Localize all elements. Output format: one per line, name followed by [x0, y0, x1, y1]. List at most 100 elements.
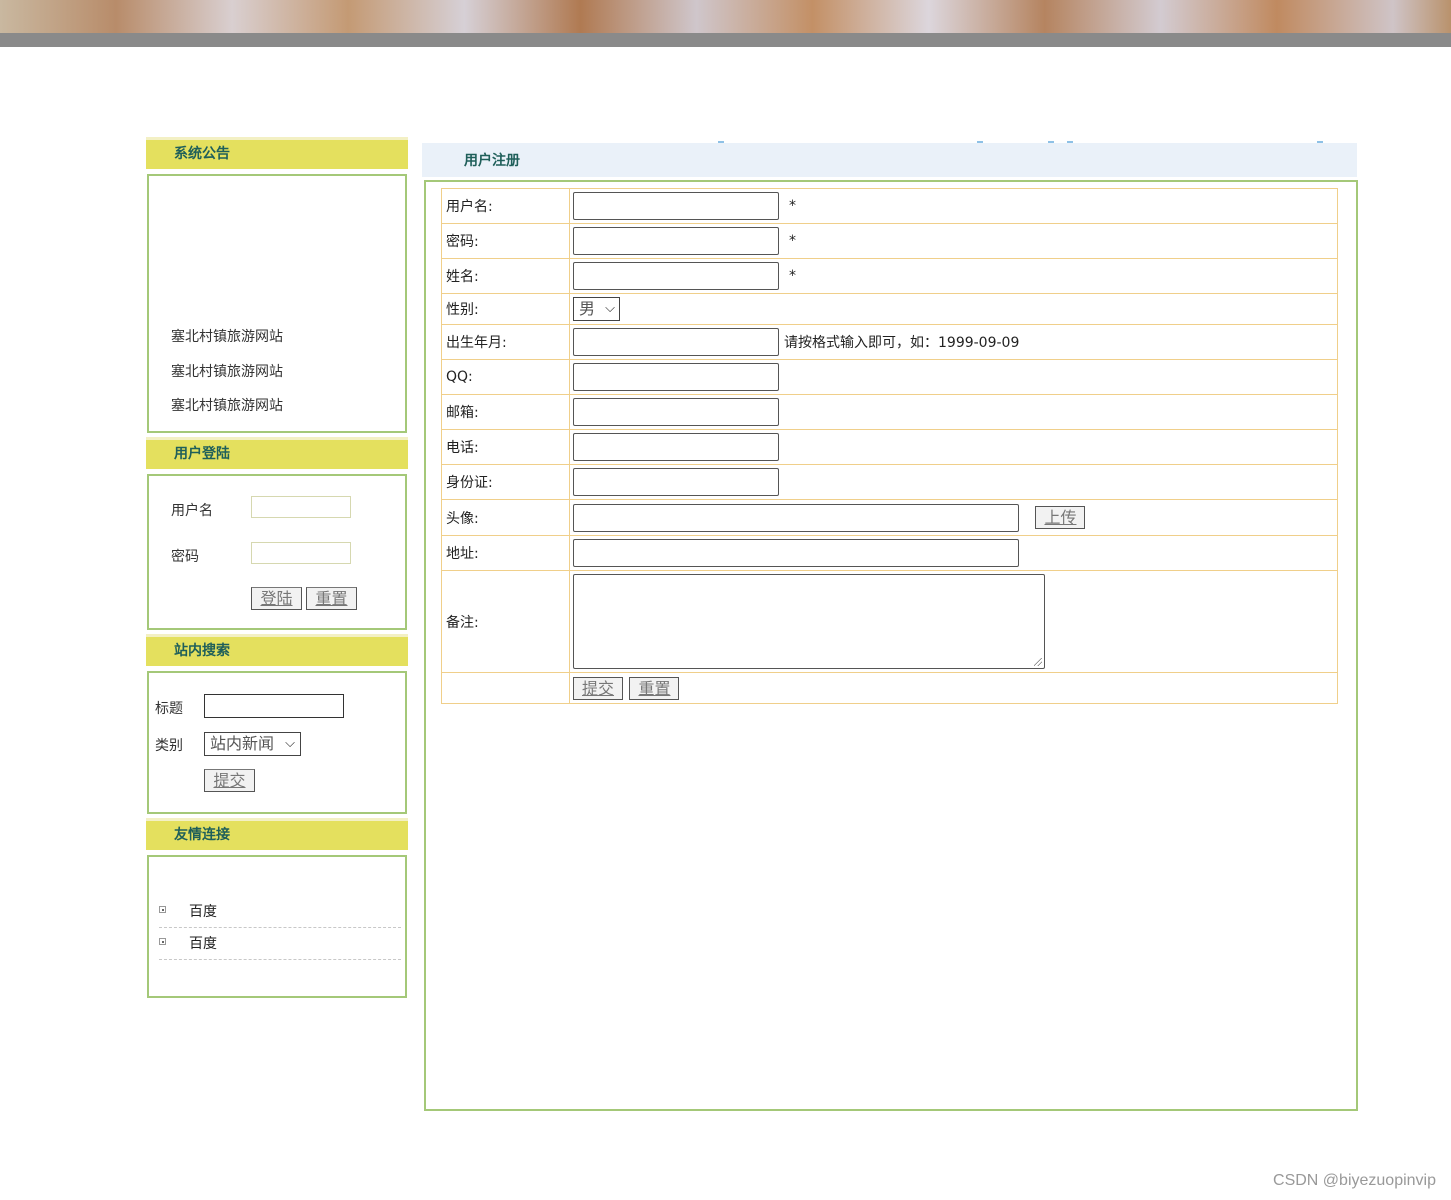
links-panel-title: 友情连接: [146, 818, 408, 850]
phone-input[interactable]: [573, 433, 779, 461]
empty-cell: [441, 672, 570, 704]
notice-panel-title: 系统公告: [146, 137, 408, 169]
birth-format-hint: 请按格式输入即可，如：1999-09-09: [784, 335, 1020, 351]
remark-cell: [569, 570, 1338, 673]
upload-button[interactable]: 上传: [1035, 506, 1086, 529]
friend-link[interactable]: 百度: [189, 901, 217, 921]
form-row-address: 地址:: [441, 535, 1338, 571]
form-row-qq: QQ:: [441, 359, 1338, 395]
login-panel: 用户名 密码 登陆 重置: [147, 474, 407, 630]
avatar-path-input[interactable]: [573, 503, 1019, 532]
search-category-select[interactable]: 站内新闻 ⌵: [204, 732, 301, 756]
header-decoration: [1317, 141, 1323, 143]
username-input[interactable]: [573, 192, 779, 220]
list-item[interactable]: 百度: [159, 929, 401, 960]
login-reset-button[interactable]: 重置: [306, 587, 357, 610]
login-username-label: 用户名: [171, 503, 213, 519]
birth-label: 出生年月:: [441, 324, 570, 360]
address-label: 地址:: [441, 535, 570, 571]
idcard-label: 身份证:: [441, 464, 570, 500]
register-reset-button[interactable]: 重置: [629, 676, 680, 700]
form-row-gender: 性别: 男 ⌵: [441, 293, 1338, 325]
register-submit-button[interactable]: 提交: [573, 676, 624, 700]
form-row-username: 用户名: *: [441, 188, 1338, 224]
idcard-input[interactable]: [573, 468, 779, 496]
login-button[interactable]: 登陆: [251, 587, 302, 610]
birth-input[interactable]: [573, 328, 779, 356]
name-cell: *: [569, 258, 1338, 294]
required-mark: *: [789, 233, 796, 249]
qq-input[interactable]: [573, 363, 779, 391]
links-panel: 百度 百度: [147, 855, 407, 998]
search-category-value: 站内新闻: [210, 734, 275, 753]
form-row-idcard: 身份证:: [441, 464, 1338, 500]
actions-cell: 提交 重置: [569, 672, 1338, 704]
friend-link[interactable]: 百度: [189, 933, 217, 953]
search-title-input[interactable]: [204, 694, 344, 718]
search-title-label: 标题: [155, 701, 183, 717]
gender-value: 男: [579, 299, 596, 318]
form-row-email: 邮箱:: [441, 394, 1338, 430]
name-input[interactable]: [573, 262, 779, 290]
bullet-icon: [159, 906, 166, 913]
nav-bar: [0, 33, 1451, 47]
search-category-label: 类别: [155, 738, 183, 754]
form-row-password: 密码: *: [441, 223, 1338, 259]
resize-handle-icon[interactable]: [1034, 658, 1042, 666]
email-cell: [569, 394, 1338, 430]
bullet-icon: [159, 938, 166, 945]
required-mark: *: [789, 198, 796, 214]
header-decoration: [718, 141, 724, 143]
form-row-avatar: 头像: 上传: [441, 499, 1338, 536]
gender-select[interactable]: 男 ⌵: [573, 297, 620, 321]
login-panel-title: 用户登陆: [146, 437, 408, 469]
phone-cell: [569, 429, 1338, 465]
header-decoration: [1048, 141, 1054, 143]
form-row-birth: 出生年月: 请按格式输入即可，如：1999-09-09: [441, 324, 1338, 360]
login-password-input[interactable]: [251, 542, 351, 564]
password-cell: *: [569, 223, 1338, 259]
qq-label: QQ:: [441, 359, 570, 395]
remark-textarea[interactable]: [573, 574, 1045, 669]
gender-label: 性别:: [441, 293, 570, 325]
username-cell: *: [569, 188, 1338, 224]
search-panel: 标题 类别 站内新闻 ⌵ 提交: [147, 671, 407, 814]
list-item[interactable]: 百度: [159, 897, 401, 928]
form-row-phone: 电话:: [441, 429, 1338, 465]
avatar-label: 头像:: [441, 499, 570, 536]
qq-cell: [569, 359, 1338, 395]
notice-item[interactable]: 塞北村镇旅游网站: [171, 326, 283, 346]
avatar-cell: 上传: [569, 499, 1338, 536]
register-form: 用户名: * 密码: * 姓名: * 性别: 男 ⌵ 出生年月: 请按格式输入即…: [441, 188, 1338, 704]
register-panel-header: 用户注册: [422, 141, 1357, 177]
gender-cell: 男 ⌵: [569, 293, 1338, 325]
form-row-actions: 提交 重置: [441, 672, 1338, 704]
notice-panel: 塞北村镇旅游网站 塞北村镇旅游网站 塞北村镇旅游网站: [147, 174, 407, 433]
remark-label: 备注:: [441, 570, 570, 673]
email-label: 邮箱:: [441, 394, 570, 430]
required-mark: *: [789, 268, 796, 284]
notice-item[interactable]: 塞北村镇旅游网站: [171, 361, 283, 381]
email-input[interactable]: [573, 398, 779, 426]
search-panel-title: 站内搜索: [146, 634, 408, 666]
chevron-down-icon: ⌵: [605, 301, 615, 316]
username-label: 用户名:: [441, 188, 570, 224]
form-row-remark: 备注:: [441, 570, 1338, 673]
chevron-down-icon: ⌵: [285, 736, 295, 751]
name-label: 姓名:: [441, 258, 570, 294]
header-decoration: [1067, 141, 1073, 143]
register-panel-title: 用户注册: [464, 153, 520, 169]
address-input[interactable]: [573, 539, 1019, 567]
idcard-cell: [569, 464, 1338, 500]
address-cell: [569, 535, 1338, 571]
phone-label: 电话:: [441, 429, 570, 465]
notice-item[interactable]: 塞北村镇旅游网站: [171, 395, 283, 415]
form-row-name: 姓名: *: [441, 258, 1338, 294]
login-password-label: 密码: [171, 549, 199, 565]
birth-cell: 请按格式输入即可，如：1999-09-09: [569, 324, 1338, 360]
watermark-credit: CSDN @biyezuopinvip: [1273, 1172, 1436, 1189]
login-username-input[interactable]: [251, 496, 351, 518]
header-banner-image: [0, 0, 1451, 33]
search-submit-button[interactable]: 提交: [204, 769, 255, 792]
password-input[interactable]: [573, 227, 779, 255]
